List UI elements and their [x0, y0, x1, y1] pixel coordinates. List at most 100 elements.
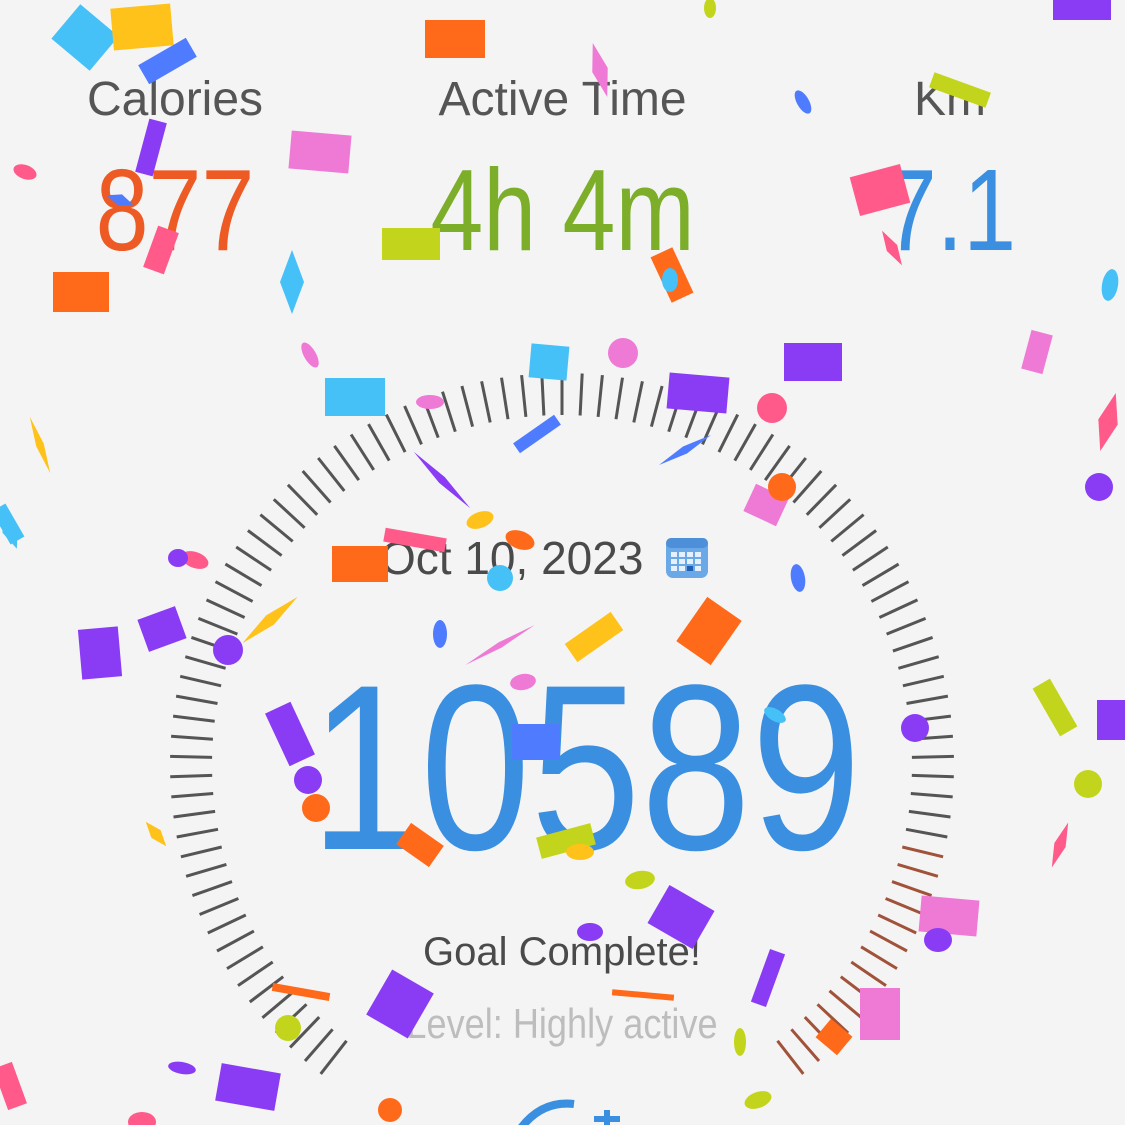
- gauge-tick: [237, 960, 274, 987]
- gauge-tick: [902, 674, 945, 688]
- gauge-tick: [908, 809, 951, 819]
- gauge-tick: [289, 1016, 321, 1049]
- gauge-tick: [684, 397, 703, 439]
- calendar-icon[interactable]: [665, 536, 709, 580]
- gauge-tick: [841, 529, 877, 557]
- gauge-tick: [384, 413, 407, 453]
- gauge-tick: [910, 792, 953, 799]
- step-count: 10589: [310, 636, 862, 900]
- gauge-tick: [248, 975, 285, 1004]
- gauge-tick: [441, 391, 457, 433]
- gauge-tick: [886, 617, 927, 636]
- goal-status: Goal Complete!: [423, 930, 701, 974]
- gauge-tick: [763, 445, 791, 481]
- gauge-tick: [216, 929, 255, 953]
- gauge-tick: [828, 989, 863, 1019]
- gauge-tick: [226, 945, 264, 970]
- gauge-tick: [910, 734, 954, 741]
- gauge-tick: [839, 975, 876, 1004]
- gauge-tick: [906, 694, 949, 705]
- gauge-tick: [911, 773, 954, 779]
- gauge-tick: [286, 483, 319, 516]
- gauge-tick: [852, 545, 889, 572]
- gauge-tick: [367, 423, 391, 462]
- gauge-tick: [214, 580, 254, 603]
- gauge-tick: [421, 397, 440, 439]
- gauge-tick: [897, 655, 940, 670]
- gauge-tick: [184, 655, 227, 670]
- gauge-tick: [170, 773, 213, 779]
- gauge-tick: [175, 694, 218, 705]
- gauge-tick: [540, 373, 546, 416]
- date-selector[interactable]: Oct 10, 2023: [380, 528, 709, 588]
- gauge-tick: [776, 1039, 805, 1075]
- gauge-tick: [190, 635, 232, 653]
- gauge-tick: [578, 373, 584, 416]
- gauge-tick: [319, 1039, 348, 1075]
- gauge-tick: [803, 1016, 835, 1049]
- activity-level: Level: Highly active: [406, 1000, 718, 1047]
- gauge-tick: [869, 929, 908, 953]
- gauge-tick: [614, 377, 624, 420]
- gauge-tick: [897, 862, 939, 878]
- gauge-tick: [224, 562, 263, 587]
- gauge-tick: [403, 405, 423, 446]
- gauge-tick: [701, 405, 721, 446]
- gauge-tick: [901, 845, 944, 859]
- gauge-tick: [790, 1028, 821, 1062]
- gauge-tick: [850, 960, 887, 987]
- gauge-tick: [878, 598, 919, 619]
- gauge-tick: [170, 754, 213, 759]
- gauge-tick: [199, 897, 239, 916]
- gauge-tick: [830, 513, 865, 543]
- gauge-tick: [911, 754, 954, 759]
- gauge-tick: [520, 374, 528, 418]
- gauge-tick: [274, 1003, 308, 1035]
- gauge-tick: [500, 377, 510, 420]
- gauge-tick: [303, 1028, 334, 1062]
- gauge-tick: [179, 674, 222, 688]
- gauge-tick: [792, 470, 823, 504]
- gauge-tick: [261, 989, 296, 1019]
- gauge-tick: [891, 880, 933, 898]
- gauge-tick: [176, 827, 219, 839]
- gauge-tick: [180, 845, 223, 859]
- gauge-tick: [207, 913, 247, 935]
- gauge-tick: [717, 413, 740, 453]
- gauge-tick: [816, 1003, 850, 1035]
- gauge-tick: [170, 734, 214, 741]
- gauge-tick: [649, 385, 664, 427]
- gauge-tick: [778, 457, 807, 492]
- share-icon[interactable]: [500, 1092, 640, 1125]
- gauge-tick: [905, 827, 948, 839]
- gauge-tick: [885, 897, 925, 916]
- step-tracker-screen: Calories 877 Active Time 4h 4m Km 7.1 Oc…: [0, 0, 1125, 1125]
- gauge-tick: [877, 913, 917, 935]
- gauge-tick: [247, 529, 283, 557]
- gauge-tick: [349, 433, 375, 471]
- gauge-tick: [632, 380, 644, 423]
- gauge-tick: [197, 617, 238, 636]
- gauge-tick: [173, 809, 216, 819]
- gauge-tick: [870, 580, 910, 603]
- gauge-tick: [460, 385, 475, 427]
- gauge-tick: [172, 714, 215, 723]
- gauge-tick: [860, 945, 898, 970]
- gauge-tick: [909, 714, 952, 723]
- gauge-tick: [733, 423, 757, 462]
- gauge-tick: [259, 513, 294, 543]
- gauge-tick: [333, 445, 361, 481]
- gauge-tick: [818, 498, 852, 529]
- gauge-tick: [892, 635, 934, 653]
- gauge-tick: [667, 391, 683, 433]
- gauge-tick: [272, 498, 306, 529]
- gauge-tick: [205, 598, 246, 619]
- gauge-tick: [596, 374, 604, 418]
- date-text: Oct 10, 2023: [380, 532, 644, 584]
- gauge-tick: [317, 457, 346, 492]
- gauge-tick: [191, 880, 233, 898]
- gauge-tick: [749, 433, 775, 471]
- gauge-tick: [171, 792, 214, 799]
- gauge-tick: [235, 545, 272, 572]
- gauge-tick: [185, 862, 227, 878]
